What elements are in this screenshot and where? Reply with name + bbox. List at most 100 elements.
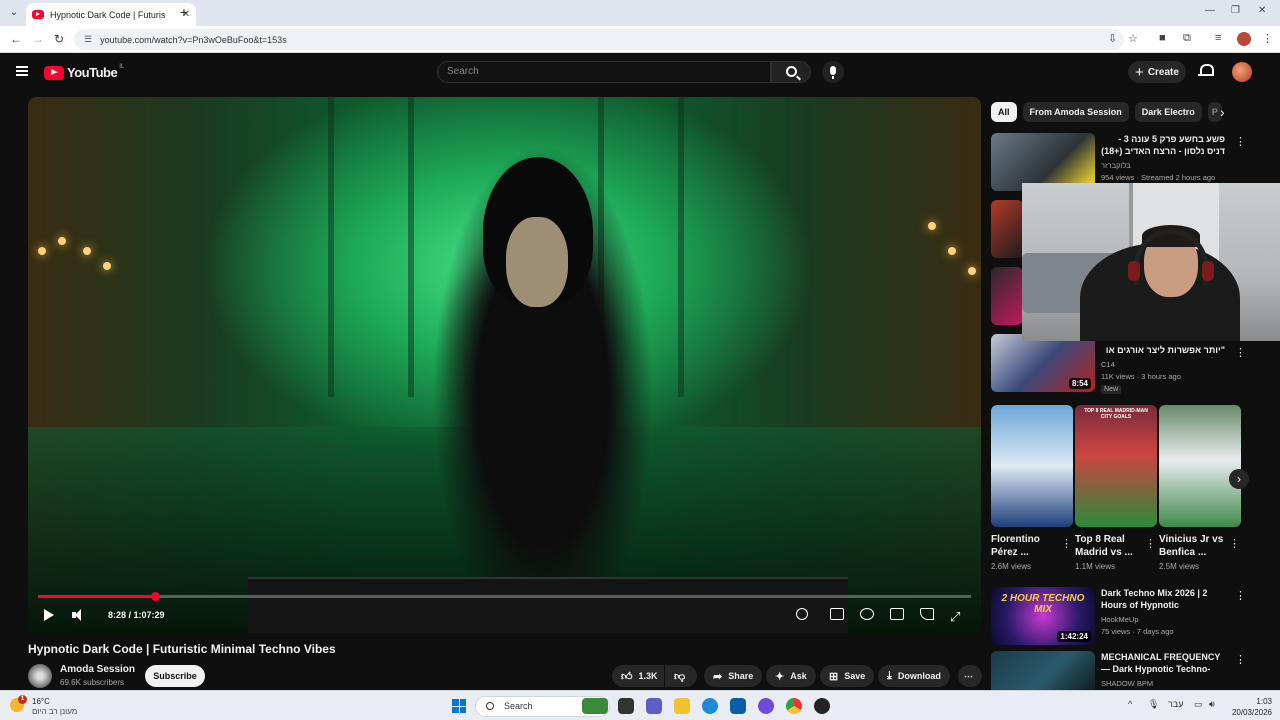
address-bar[interactable]: ☰ youtube.com/watch?v=Pn3wOeBuFoo&t=153s xyxy=(74,29,1124,50)
create-button[interactable]: + Create xyxy=(1128,61,1186,83)
recommendation-item[interactable] xyxy=(991,267,1023,325)
short-item[interactable]: Vinicius Jr vs Benfica ... 2.5M views ⋮ xyxy=(1159,405,1241,571)
taskbar-clock[interactable]: 1:03 20/03/2026 xyxy=(1222,696,1272,718)
teams-icon[interactable] xyxy=(646,698,662,714)
short-thumbnail[interactable]: TOP 8 REAL MADRID-MAN CITY GOALS xyxy=(1075,405,1157,527)
cast-icon[interactable] xyxy=(920,608,934,620)
video-thumbnail[interactable] xyxy=(991,200,1023,258)
minimize-icon[interactable]: — xyxy=(1205,5,1215,16)
short-thumbnail[interactable] xyxy=(991,405,1073,527)
video-player[interactable]: 8:28 / 1:07:29 ⤢ xyxy=(28,97,981,633)
volume-tray-icon[interactable]: 🔊︎ xyxy=(1209,699,1215,710)
reload-icon[interactable]: ↻ xyxy=(54,32,64,46)
recommendation-item[interactable]: MECHANICAL FREQUENCY — Dark Hypnotic Tec… xyxy=(991,651,1243,690)
channel-avatar[interactable] xyxy=(28,664,52,688)
extensions-puzzle-icon[interactable]: ⧉ xyxy=(1183,32,1191,45)
language-indicator[interactable]: עבר xyxy=(1168,699,1183,709)
more-vert-icon[interactable]: ⋮ xyxy=(1235,589,1246,602)
progress-bar[interactable] xyxy=(38,595,971,598)
more-vert-icon[interactable]: ⋮ xyxy=(1235,653,1243,666)
edge-icon[interactable] xyxy=(702,698,718,714)
subscribe-button[interactable]: Subscribe xyxy=(145,665,205,687)
browser-tab[interactable]: Hypnotic Dark Code | Futuristic ✕ xyxy=(26,3,196,26)
browser-profile-avatar[interactable] xyxy=(1237,32,1251,46)
short-thumbnail[interactable] xyxy=(1159,405,1241,527)
video-thumbnail[interactable]: 2 HOUR TECHNO MIX 1:42:24 xyxy=(991,587,1095,645)
save-playlist-icon: ⊞ xyxy=(829,670,839,683)
forward-arrow-icon[interactable]: → xyxy=(32,32,44,46)
recommendation-item[interactable]: 8:54 "יותר אפשרות ליצר אורגים או טילים" … xyxy=(991,334,1246,394)
microphone-tray-icon[interactable]: 🎙︎ xyxy=(1148,699,1159,710)
share-button[interactable]: ➦ Share xyxy=(704,665,763,687)
settings-gear-icon[interactable] xyxy=(860,608,874,620)
miniplayer-icon[interactable] xyxy=(890,608,904,620)
ask-label: Ask xyxy=(790,671,807,681)
chip-dark-electro[interactable]: Dark Electro xyxy=(1134,102,1202,122)
volume-icon[interactable] xyxy=(72,609,84,621)
search-button[interactable] xyxy=(771,61,811,83)
install-app-icon[interactable]: ⇩ xyxy=(1108,32,1117,45)
video-thumbnail[interactable]: 8:54 xyxy=(991,334,1095,392)
video-thumbnail[interactable] xyxy=(991,651,1095,690)
recommendation-item[interactable]: 2 HOUR TECHNO MIX 1:42:24 Dark Techno Mi… xyxy=(991,587,1246,645)
more-vert-icon[interactable]: ⋮ xyxy=(1229,537,1240,550)
restore-icon[interactable]: ❐ xyxy=(1231,5,1240,16)
shorts-next-chevron-icon[interactable]: › xyxy=(1229,469,1249,489)
chip-all[interactable]: All xyxy=(991,102,1017,122)
bookmark-star-icon[interactable]: ☆ xyxy=(1128,32,1138,45)
new-tab-button[interactable]: + xyxy=(176,4,192,20)
scene-dj-face xyxy=(506,217,568,307)
short-item[interactable]: Florentino Pérez ... 2.6M views ⋮ xyxy=(991,405,1073,571)
more-vert-icon[interactable]: ⋮ xyxy=(1145,537,1156,550)
media-control-icon[interactable]: ≡ xyxy=(1215,32,1221,44)
more-actions-button[interactable]: ⋯ xyxy=(958,665,982,687)
progress-scrubber-handle[interactable] xyxy=(151,592,160,601)
close-window-icon[interactable]: ✕ xyxy=(1258,5,1266,16)
more-vert-icon[interactable]: ⋮ xyxy=(1235,135,1246,148)
recommendation-title: "יותר אפשרות ליצר אורגים או טילים" xyxy=(1105,345,1225,358)
save-button[interactable]: ⊞ Save xyxy=(820,665,875,687)
channel-name[interactable]: Amoda Session xyxy=(60,664,135,675)
network-icon[interactable]: ▭ xyxy=(1194,699,1203,710)
menu-hamburger-icon[interactable] xyxy=(16,66,28,76)
dislike-button[interactable]: 👎︎ xyxy=(665,665,697,687)
recording-app-icon[interactable] xyxy=(814,698,830,714)
tray-chevron-icon[interactable]: ^ xyxy=(1128,699,1132,709)
fullscreen-icon[interactable]: ⤢ xyxy=(950,609,960,625)
discord-icon[interactable] xyxy=(758,698,774,714)
task-view-icon[interactable] xyxy=(618,698,634,714)
like-button[interactable]: 👍︎ 1.3K xyxy=(612,665,664,687)
store-icon[interactable] xyxy=(730,698,746,714)
taskbar-widget-icon[interactable] xyxy=(582,698,608,714)
ask-button[interactable]: ✦ Ask xyxy=(766,665,816,687)
windows-start-icon[interactable] xyxy=(452,699,466,713)
tab-list-chevron-icon[interactable]: ⌄ xyxy=(6,5,22,21)
notifications-bell-icon[interactable] xyxy=(1198,64,1214,78)
account-avatar[interactable] xyxy=(1232,62,1252,82)
thumbs-down-icon: 👎︎ xyxy=(674,670,686,683)
search-input[interactable]: Search xyxy=(437,61,771,83)
site-settings-icon[interactable]: ☰ xyxy=(84,34,92,45)
youtube-logo[interactable]: YouTube IL xyxy=(44,64,124,80)
file-explorer-icon[interactable] xyxy=(674,698,690,714)
video-thumbnail[interactable] xyxy=(991,267,1023,325)
more-vert-icon[interactable]: ⋮ xyxy=(1235,346,1246,359)
search-icon xyxy=(786,66,797,77)
short-item[interactable]: TOP 8 REAL MADRID-MAN CITY GOALS Top 8 R… xyxy=(1075,405,1157,571)
subtitles-icon[interactable] xyxy=(830,608,844,620)
voice-search-mic-icon[interactable] xyxy=(822,61,844,83)
weather-widget[interactable]: 1 16°C מעונן רב היום xyxy=(10,695,90,717)
browser-menu-icon[interactable]: ⋮ xyxy=(1262,32,1273,45)
chrome-icon[interactable] xyxy=(786,698,802,714)
chips-next-chevron-icon[interactable]: › xyxy=(1220,104,1225,120)
more-vert-icon[interactable]: ⋮ xyxy=(1061,537,1072,550)
extension-icon[interactable]: ■ xyxy=(1159,32,1166,44)
autoplay-toggle-icon[interactable] xyxy=(796,608,808,620)
time-display: 8:28 / 1:07:29 xyxy=(108,610,165,620)
video-duration: 8:54 xyxy=(1068,378,1091,389)
chip-from-amoda-session[interactable]: From Amoda Session xyxy=(1022,102,1129,122)
download-button[interactable]: ⤓ Download xyxy=(878,665,950,687)
back-arrow-icon[interactable]: ← xyxy=(10,32,22,46)
recommendation-item[interactable] xyxy=(991,200,1023,258)
play-icon[interactable] xyxy=(44,609,54,621)
